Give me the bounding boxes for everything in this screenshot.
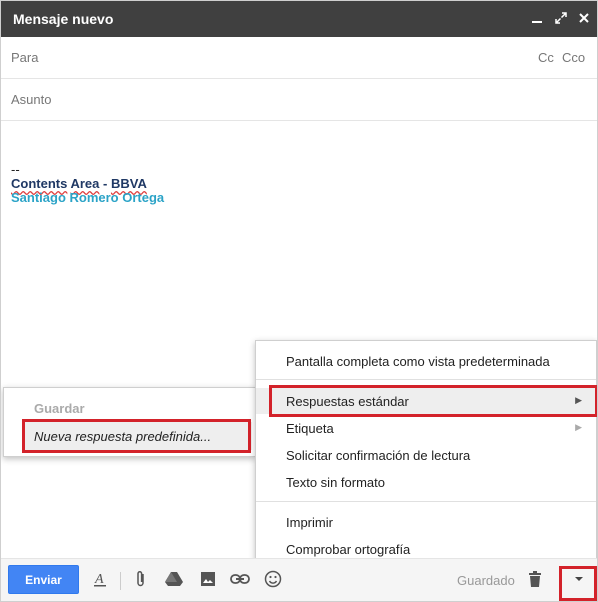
link-icon[interactable] <box>229 568 251 590</box>
signature-area: Area <box>70 176 100 191</box>
menu-label: Texto sin formato <box>286 475 385 490</box>
signature-name: Santiago Romero Ortega <box>11 190 165 205</box>
attach-icon[interactable] <box>130 568 152 590</box>
menu-item-print[interactable]: Imprimir <box>256 509 596 535</box>
menu-label: Solicitar confirmación de lectura <box>286 448 471 463</box>
svg-text:A: A <box>94 572 104 587</box>
trash-icon[interactable] <box>524 568 546 590</box>
bcc-link[interactable]: Cco <box>562 50 585 65</box>
highlight-canned-responses <box>269 385 597 417</box>
minimize-icon[interactable] <box>526 7 548 29</box>
message-body[interactable]: -- Contents Area - BBVA Santiago Romero … <box>11 163 164 205</box>
format-text-icon[interactable]: A <box>89 568 111 590</box>
saved-status: Guardado <box>457 573 515 588</box>
to-field[interactable]: Para Cc Cco <box>1 37 597 79</box>
compose-window: Mensaje nuevo Para Cc Cco Asunto -- Cont… <box>0 0 598 602</box>
menu-item-plain-text[interactable]: Texto sin formato <box>256 469 596 495</box>
compose-title: Mensaje nuevo <box>13 11 114 27</box>
compose-toolbar: Enviar A Guardado <box>1 558 597 601</box>
subject-label: Asunto <box>11 92 52 107</box>
signature-dash: -- <box>11 162 20 177</box>
menu-label: Imprimir <box>286 515 333 530</box>
menu-separator <box>256 501 596 502</box>
subject-field[interactable]: Asunto <box>1 79 597 121</box>
drive-icon[interactable] <box>163 568 185 590</box>
menu-label: Comprobar ortografía <box>286 542 411 557</box>
menu-item-read-receipt[interactable]: Solicitar confirmación de lectura <box>256 442 596 468</box>
signature-contents: Contents <box>11 176 68 191</box>
menu-item-label[interactable]: Etiqueta ▶ <box>256 415 596 441</box>
emoji-icon[interactable] <box>262 568 284 590</box>
photo-icon[interactable] <box>197 568 219 590</box>
expand-icon[interactable] <box>550 7 572 29</box>
signature-bbva: BBVA <box>110 176 147 191</box>
highlight-new-canned <box>22 419 251 453</box>
to-label: Para <box>11 50 39 65</box>
submenu-arrow-icon: ▶ <box>575 422 582 432</box>
cc-link[interactable]: Cc <box>538 50 554 65</box>
menu-item-fullscreen-default[interactable]: Pantalla completa como vista predetermin… <box>256 348 596 374</box>
save-canned-item: Guardar <box>34 401 85 416</box>
menu-separator <box>256 379 596 380</box>
menu-label: Pantalla completa como vista predetermin… <box>286 354 550 369</box>
compose-titlebar[interactable]: Mensaje nuevo <box>1 1 597 37</box>
highlight-more-options <box>559 566 597 601</box>
menu-label: Etiqueta <box>286 421 334 436</box>
toolbar-divider <box>120 572 121 590</box>
signature-separator: - <box>99 176 111 191</box>
signature-company: Contents Area - BBVA <box>11 177 164 191</box>
close-icon[interactable] <box>573 7 595 29</box>
more-options-menu: Pantalla completa como vista predetermin… <box>255 340 597 570</box>
send-button[interactable]: Enviar <box>8 565 79 594</box>
